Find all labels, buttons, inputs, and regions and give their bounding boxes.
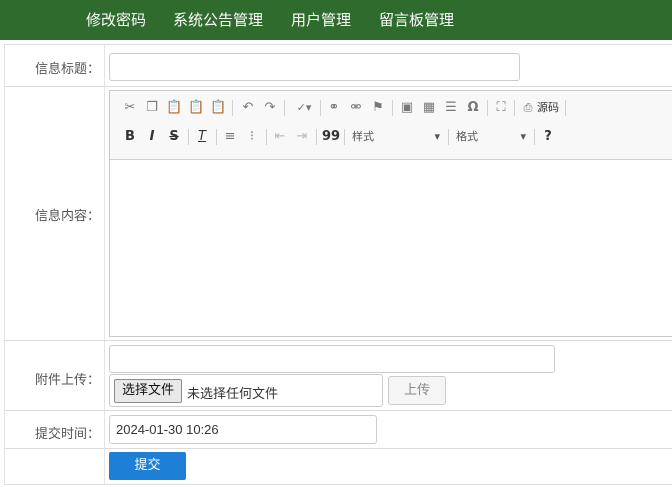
submit-button[interactable]: 提交 bbox=[109, 452, 186, 480]
anchor-flag-icon[interactable]: ⚑ bbox=[370, 99, 386, 117]
italic-button[interactable]: I bbox=[144, 128, 160, 146]
cut-icon[interactable]: ✂ bbox=[122, 99, 138, 117]
toolbar-separator bbox=[514, 100, 515, 116]
row-divider bbox=[4, 448, 672, 449]
indent-icon[interactable]: ⇥ bbox=[294, 128, 310, 146]
row-divider bbox=[4, 484, 672, 485]
strikethrough-button[interactable]: S bbox=[166, 128, 182, 146]
submit-time-input[interactable] bbox=[109, 415, 377, 444]
toolbar-separator bbox=[232, 100, 233, 116]
no-file-text: 未选择任何文件 bbox=[187, 387, 279, 402]
paste-word-icon[interactable]: 📋 bbox=[210, 99, 226, 117]
row-divider bbox=[4, 44, 672, 45]
dropdown-arrow-icon: ▾ bbox=[520, 130, 526, 143]
remove-format-icon[interactable]: T bbox=[194, 128, 210, 146]
blockquote-button[interactable]: 99 bbox=[322, 128, 340, 146]
toolbar-separator bbox=[534, 129, 535, 145]
numbered-list-icon[interactable]: ≡ bbox=[222, 128, 238, 146]
image-icon[interactable]: ▣ bbox=[399, 99, 415, 117]
row-divider bbox=[4, 410, 672, 411]
rich-text-editor: ✂ ❐ 📋 📋 📋 ↶ ↷ ✓▾ ⚭ ⚮ ⚑ ▣ ▦ ☰ Ω ⛶ ⎙ 源码 B … bbox=[109, 90, 672, 337]
nav-announcement-management[interactable]: 系统公告管理 bbox=[173, 0, 263, 40]
toolbar-separator bbox=[344, 129, 345, 145]
paste-text-icon[interactable]: 📋 bbox=[188, 99, 204, 117]
format-dropdown-label: 格式 bbox=[456, 130, 478, 143]
paste-icon[interactable]: 📋 bbox=[166, 99, 182, 117]
toolbar-separator bbox=[392, 100, 393, 116]
format-dropdown[interactable]: 格式 ▾ bbox=[456, 128, 530, 146]
toolbar-separator bbox=[320, 100, 321, 116]
choose-file-button[interactable]: 选择文件 bbox=[114, 379, 182, 403]
attachment-path-input[interactable] bbox=[109, 345, 555, 373]
bold-button[interactable]: B bbox=[122, 128, 138, 146]
table-icon[interactable]: ▦ bbox=[421, 99, 437, 117]
toolbar-separator bbox=[565, 100, 566, 116]
nav-message-board-management[interactable]: 留言板管理 bbox=[379, 0, 454, 40]
copy-icon[interactable]: ❐ bbox=[144, 99, 160, 117]
undo-icon[interactable]: ↶ bbox=[240, 99, 256, 117]
toolbar-separator bbox=[316, 129, 317, 145]
row-divider bbox=[4, 86, 672, 87]
source-icon[interactable]: ⎙ bbox=[521, 99, 535, 117]
link-icon[interactable]: ⚭ bbox=[326, 99, 342, 117]
toolbar-separator bbox=[188, 129, 189, 145]
source-button[interactable]: 源码 bbox=[535, 99, 561, 117]
dropdown-arrow-icon: ▾ bbox=[434, 130, 440, 143]
redo-icon[interactable]: ↷ bbox=[262, 99, 278, 117]
top-nav-bar: 修改密码 系统公告管理 用户管理 留言板管理 bbox=[0, 0, 672, 40]
toolbar-separator bbox=[266, 129, 267, 145]
title-label: 信息标题： bbox=[34, 62, 100, 77]
form-left-border bbox=[4, 45, 5, 485]
content-label: 信息内容： bbox=[34, 209, 100, 224]
editor-toolbar: ✂ ❐ 📋 📋 📋 ↶ ↷ ✓▾ ⚭ ⚮ ⚑ ▣ ▦ ☰ Ω ⛶ ⎙ 源码 B … bbox=[110, 91, 672, 160]
help-button[interactable]: ? bbox=[540, 128, 556, 146]
bulleted-list-icon[interactable]: ⁝ bbox=[244, 128, 260, 146]
attachment-label: 附件上传： bbox=[34, 373, 100, 388]
styles-dropdown-label: 样式 bbox=[352, 130, 374, 143]
toolbar-separator bbox=[448, 129, 449, 145]
nav-change-password[interactable]: 修改密码 bbox=[86, 0, 146, 40]
styles-dropdown[interactable]: 样式 ▾ bbox=[352, 128, 444, 146]
toolbar-separator bbox=[284, 100, 285, 116]
editor-content-area[interactable] bbox=[110, 159, 672, 336]
row-divider bbox=[4, 340, 672, 341]
time-label: 提交时间： bbox=[34, 427, 100, 442]
toolbar-separator bbox=[216, 129, 217, 145]
title-input[interactable] bbox=[109, 53, 520, 81]
upload-button[interactable]: 上传 bbox=[388, 376, 446, 405]
special-char-icon[interactable]: Ω bbox=[465, 99, 481, 117]
maximize-icon[interactable]: ⛶ bbox=[493, 99, 509, 117]
unlink-icon[interactable]: ⚮ bbox=[348, 99, 364, 117]
spellcheck-icon[interactable]: ✓▾ bbox=[292, 99, 316, 117]
column-divider bbox=[104, 45, 105, 485]
toolbar-separator bbox=[487, 100, 488, 116]
horizontal-line-icon[interactable]: ☰ bbox=[443, 99, 459, 117]
outdent-icon[interactable]: ⇤ bbox=[272, 128, 288, 146]
nav-user-management[interactable]: 用户管理 bbox=[291, 0, 351, 40]
